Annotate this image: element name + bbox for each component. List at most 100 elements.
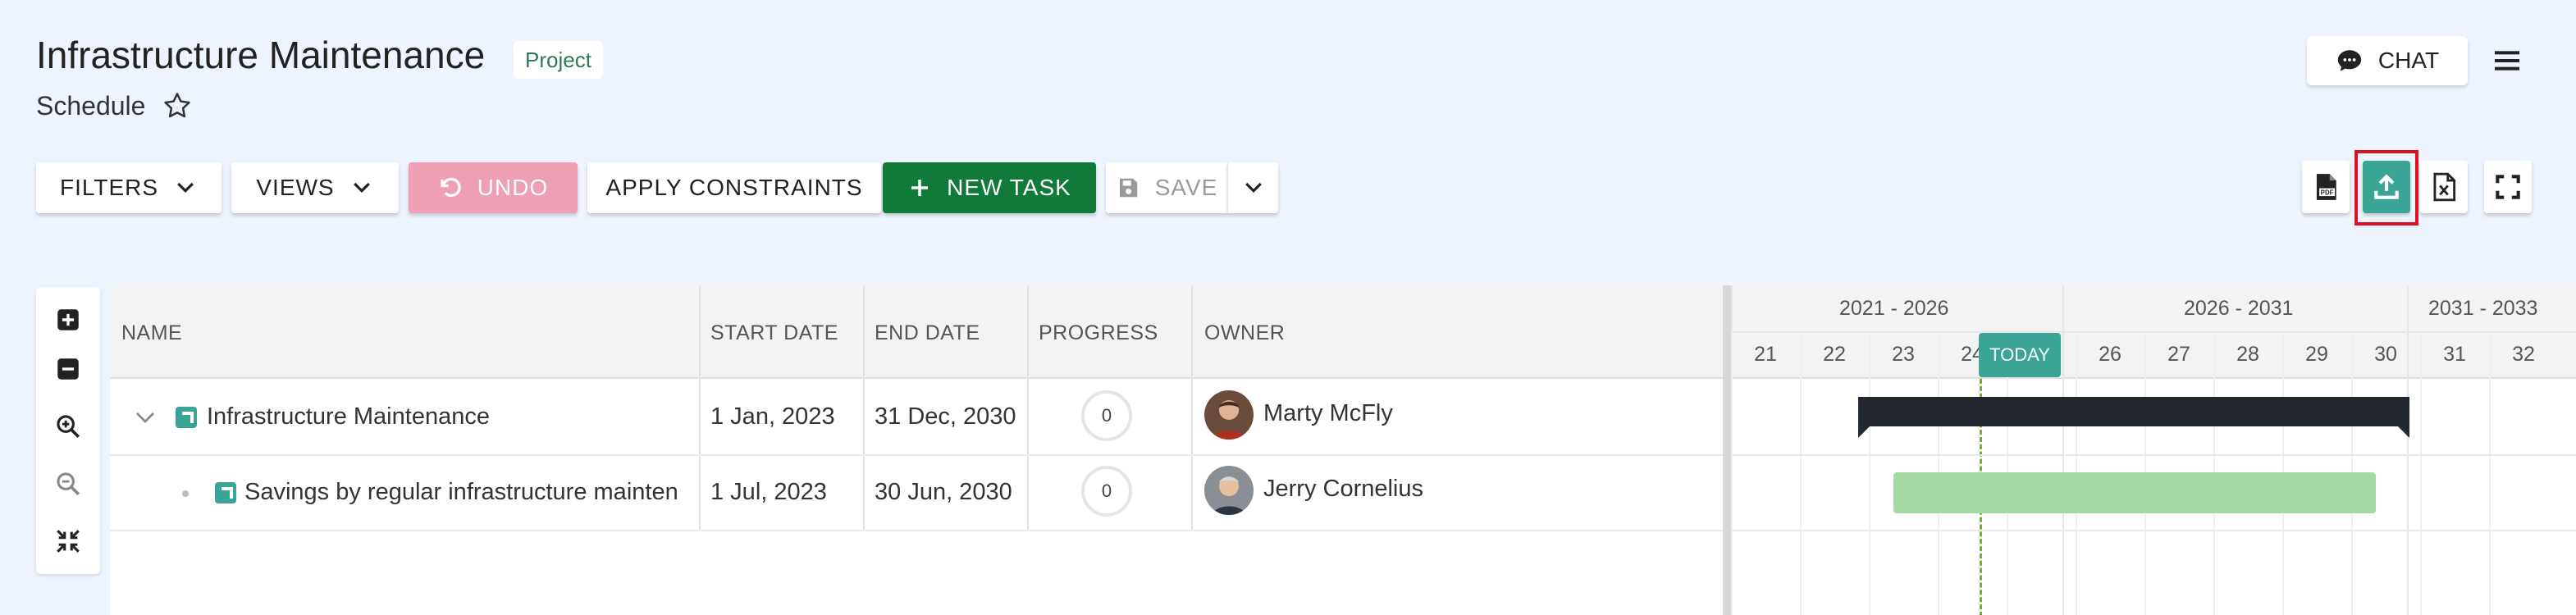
year-label: 30	[2374, 343, 2397, 366]
column-divider[interactable]	[699, 285, 701, 531]
progress-value: 0	[1101, 405, 1112, 426]
task-grid: NAME START DATE END DATE PROGRESS OWNER …	[110, 285, 1723, 615]
row-divider	[110, 530, 1723, 531]
year-divider	[1800, 333, 1802, 615]
chevron-down-icon	[353, 182, 370, 194]
views-label: VIEWS	[256, 175, 335, 200]
column-header-progress[interactable]: PROGRESS	[1039, 321, 1158, 345]
zoom-panel	[36, 287, 100, 574]
project-badge: Project	[514, 41, 603, 79]
chat-label: CHAT	[2377, 48, 2440, 73]
column-divider[interactable]	[1027, 285, 1029, 531]
row-divider	[1731, 530, 2576, 531]
task-owner[interactable]: Marty McFly	[1263, 400, 1393, 427]
task-start-date[interactable]: 1 Jan, 2023	[710, 403, 835, 430]
views-button[interactable]: VIEWS	[231, 162, 399, 213]
save-options-dropdown[interactable]	[1227, 162, 1278, 213]
year-divider	[2489, 333, 2491, 615]
star-icon[interactable]	[162, 90, 193, 121]
chevron-down-icon	[1245, 182, 1262, 194]
summary-task-bar[interactable]	[1858, 397, 2409, 438]
compress-arrows-icon	[57, 530, 80, 553]
plus-icon	[911, 180, 929, 196]
svg-text:PDF: PDF	[2321, 189, 2334, 197]
avatar	[1204, 466, 1254, 515]
fullscreen-icon	[2496, 175, 2520, 199]
bullet-icon	[182, 490, 189, 497]
task-icon	[215, 482, 236, 503]
column-divider[interactable]	[863, 285, 865, 531]
period-label: 2021 - 2026	[1839, 297, 1949, 320]
undo-icon	[441, 177, 461, 198]
undo-button[interactable]: UNDO	[409, 162, 578, 213]
task-owner[interactable]: Jerry Cornelius	[1263, 476, 1423, 503]
year-divider	[1869, 333, 1870, 615]
year-label: 22	[1823, 343, 1846, 366]
zoom-in-button[interactable]	[52, 410, 84, 443]
excel-file-icon	[2433, 172, 2456, 202]
task-end-date[interactable]: 31 Dec, 2030	[875, 403, 1016, 430]
task-end-date[interactable]: 30 Jun, 2030	[875, 479, 1012, 506]
row-divider	[1731, 454, 2576, 456]
zoom-out-button[interactable]	[52, 467, 84, 500]
fullscreen-button[interactable]	[2484, 161, 2532, 213]
header-row-divider	[1731, 331, 2576, 333]
apply-constraints-button[interactable]: APPLY CONSTRAINTS	[587, 162, 881, 213]
new-task-label: NEW TASK	[947, 175, 1071, 200]
zoom-out-icon	[57, 472, 80, 496]
today-marker[interactable]: TODAY	[1979, 333, 2061, 377]
highlight-box	[2354, 150, 2418, 226]
hamburger-menu-icon[interactable]	[2491, 44, 2523, 77]
task-name[interactable]: Savings by regular infrastructure mainte…	[244, 479, 678, 506]
year-label: 28	[2236, 343, 2259, 366]
apply-constraints-label: APPLY CONSTRAINTS	[605, 175, 863, 200]
page-subtitle: Schedule	[36, 90, 193, 121]
task-start-date[interactable]: 1 Jul, 2023	[710, 479, 827, 506]
subtitle-label: Schedule	[36, 90, 146, 121]
export-excel-button[interactable]	[2420, 161, 2468, 213]
task-name[interactable]: Infrastructure Maintenance	[207, 403, 490, 430]
year-label: 23	[1892, 343, 1915, 366]
column-divider[interactable]	[1191, 285, 1193, 531]
task-bar[interactable]	[1893, 472, 2376, 513]
year-label: 31	[2443, 343, 2466, 366]
year-label: 29	[2305, 343, 2328, 366]
expand-all-button[interactable]	[52, 303, 84, 336]
plus-square-icon	[57, 309, 79, 330]
chevron-down-icon[interactable]	[133, 405, 158, 430]
avatar	[1204, 390, 1254, 440]
year-label: 26	[2099, 343, 2122, 366]
new-task-button[interactable]: NEW TASK	[883, 162, 1096, 213]
page-title: Infrastructure Maintenance	[36, 34, 486, 76]
year-divider	[1731, 333, 1733, 615]
column-header-start-date[interactable]: START DATE	[710, 321, 838, 345]
panel-splitter[interactable]	[1723, 285, 1731, 615]
progress-indicator[interactable]: 0	[1081, 466, 1132, 517]
period-divider	[2062, 285, 2064, 615]
year-divider	[2420, 333, 2422, 615]
undo-label: UNDO	[477, 175, 549, 200]
filters-label: FILTERS	[59, 175, 159, 200]
period-label: 2026 - 2031	[2184, 297, 2294, 320]
zoom-to-fit-button[interactable]	[52, 525, 84, 558]
zoom-in-icon	[57, 415, 80, 439]
chat-button[interactable]: CHAT	[2307, 36, 2468, 85]
year-label: 27	[2167, 343, 2190, 366]
save-button[interactable]: SAVE	[1106, 162, 1227, 213]
collapse-all-button[interactable]	[52, 353, 84, 385]
column-header-end-date[interactable]: END DATE	[875, 321, 980, 345]
filters-button[interactable]: FILTERS	[36, 162, 222, 213]
period-divider	[2407, 285, 2409, 615]
chat-bubble-icon	[2337, 50, 2362, 71]
progress-indicator[interactable]: 0	[1081, 390, 1132, 441]
period-label: 2031 - 2033	[2428, 297, 2538, 320]
row-divider	[110, 454, 1723, 456]
column-header-owner[interactable]: OWNER	[1204, 321, 1285, 345]
gantt-chart: 2021 - 2026 2026 - 2031 2031 - 2033 21 22…	[1731, 285, 2576, 615]
year-label: 32	[2512, 343, 2535, 366]
progress-value: 0	[1101, 481, 1112, 501]
export-pdf-button[interactable]: PDF	[2302, 161, 2350, 213]
year-label: 21	[1754, 343, 1777, 366]
column-header-name[interactable]: NAME	[121, 321, 182, 345]
summary-task-icon	[176, 407, 197, 428]
